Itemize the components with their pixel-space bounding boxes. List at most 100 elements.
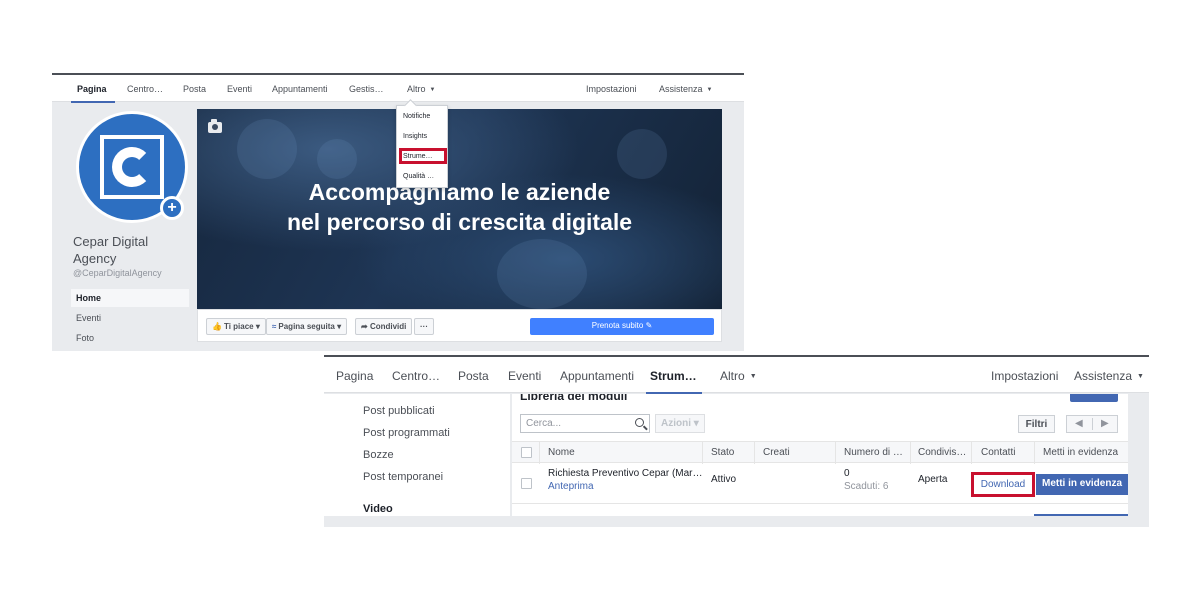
caret-down-icon: ▼ xyxy=(706,87,713,93)
page-manager-screenshot: Pagina Centro… Posta Eventi Appuntamenti… xyxy=(52,73,744,351)
menu-item-insights[interactable]: Insights xyxy=(403,133,427,140)
cover-bokeh xyxy=(617,129,667,179)
tab-centro[interactable]: Centro… xyxy=(127,84,163,94)
tab-appuntamenti[interactable]: Appuntamenti xyxy=(272,84,328,94)
search-input[interactable]: Cerca... xyxy=(520,414,650,433)
pencil-icon: ✎ xyxy=(645,321,653,330)
tab-assistenza-label: Assistenza xyxy=(659,84,703,94)
cover-bokeh xyxy=(497,239,587,309)
actions-label: Azioni xyxy=(661,418,691,429)
tab-assistenza[interactable]: Assistenza ▼ xyxy=(1074,369,1144,383)
caret-down-icon: ▾ xyxy=(337,322,342,331)
search-placeholder: Cerca... xyxy=(526,418,562,429)
create-form-button[interactable] xyxy=(1070,394,1118,402)
tab-impostazioni[interactable]: Impostazioni xyxy=(991,369,1058,383)
filters-button[interactable]: Filtri xyxy=(1018,415,1055,433)
sidenav-item-eventi[interactable]: Eventi xyxy=(71,309,189,327)
prev-page-icon[interactable]: ◀ xyxy=(1075,418,1083,429)
tab-centro[interactable]: Centro… xyxy=(392,369,440,383)
tab-altro[interactable]: Altro ▼ xyxy=(720,369,757,383)
caret-down-icon: ▾ xyxy=(693,418,699,429)
tab-altro[interactable]: Altro ▼ xyxy=(407,84,435,94)
share-button[interactable]: ➦ Condividi xyxy=(355,318,413,335)
table-row[interactable]: Richiesta Preventivo Cepar (Mar… Antepri… xyxy=(512,463,1128,504)
form-count: 0 xyxy=(844,468,850,479)
library-title: Libreria dei moduli xyxy=(520,394,628,403)
thumbs-up-icon: 👍 xyxy=(212,322,222,331)
tab-eventi[interactable]: Eventi xyxy=(508,369,541,383)
preview-link[interactable]: Anteprima xyxy=(548,481,594,492)
sidenav-item-home[interactable]: Home xyxy=(71,289,189,307)
form-status: Attivo xyxy=(711,474,737,485)
tab-strumenti[interactable]: Strum… xyxy=(650,369,697,383)
tab-eventi[interactable]: Eventi xyxy=(227,84,252,94)
page-top-nav: Pagina Centro… Posta Eventi Appuntamenti… xyxy=(324,355,1149,395)
sidebar-item-post-programmati[interactable]: Post programmati xyxy=(363,427,450,439)
tab-altro-label: Altro xyxy=(407,84,426,94)
follow-button[interactable]: ≈ Pagina seguita ▾ xyxy=(266,318,348,335)
column-divider xyxy=(971,442,972,464)
active-tab-indicator xyxy=(71,101,115,103)
form-expired: Scaduti: 6 xyxy=(844,481,889,492)
caret-down-icon: ▼ xyxy=(1137,373,1144,380)
select-all-checkbox[interactable] xyxy=(521,447,532,458)
book-now-button[interactable]: Prenota subito ✎ xyxy=(530,318,714,335)
column-header-condivisione[interactable]: Condivis… xyxy=(918,447,966,458)
cover-bokeh xyxy=(237,119,297,179)
actions-dropdown[interactable]: Azioni ▾ xyxy=(655,414,705,433)
share-arrow-icon: ➦ xyxy=(361,322,368,331)
sidebar-item-post-pubblicati[interactable]: Post pubblicati xyxy=(363,405,435,417)
column-divider xyxy=(910,442,911,464)
form-name[interactable]: Richiesta Preventivo Cepar (Mar… xyxy=(548,468,703,479)
column-divider xyxy=(1034,442,1035,464)
sidenav-item-foto[interactable]: Foto xyxy=(71,329,189,347)
column-header-nome[interactable]: Nome xyxy=(548,447,575,458)
page-name: Cepar Digital Agency xyxy=(73,234,149,266)
tab-posta[interactable]: Posta xyxy=(183,84,206,94)
highlight-box xyxy=(399,148,447,164)
sidebar-item-bozze[interactable]: Bozze xyxy=(363,449,394,461)
download-button[interactable]: Download xyxy=(971,472,1035,497)
column-header-creati[interactable]: Creati xyxy=(763,447,790,458)
caret-down-icon: ▼ xyxy=(429,87,436,93)
tab-appuntamenti[interactable]: Appuntamenti xyxy=(560,369,634,383)
search-icon xyxy=(635,418,644,427)
cover-bokeh xyxy=(317,139,357,179)
row-checkbox[interactable] xyxy=(521,478,532,489)
tab-assistenza[interactable]: Assistenza ▼ xyxy=(659,84,712,94)
menu-item-qualita[interactable]: Qualità … xyxy=(403,173,434,180)
column-header-numero[interactable]: Numero di … xyxy=(844,447,903,458)
next-page-icon[interactable]: ▶ xyxy=(1101,418,1109,429)
tab-impostazioni[interactable]: Impostazioni xyxy=(586,84,637,94)
form-library-panel: Libreria dei moduli Cerca... Azioni ▾ Fi… xyxy=(512,394,1128,516)
tab-altro-label: Altro xyxy=(720,369,745,383)
caret-down-icon: ▼ xyxy=(749,373,757,380)
column-header-stato[interactable]: Stato xyxy=(711,447,734,458)
tab-gestisci[interactable]: Gestis… xyxy=(349,84,384,94)
like-button[interactable]: 👍 Ti piace ▾ xyxy=(206,318,266,335)
book-now-label: Prenota subito xyxy=(591,321,644,330)
share-label: Condividi xyxy=(369,322,407,331)
feature-button[interactable]: Metti in evidenza xyxy=(1036,474,1128,495)
sidebar-item-post-temporanei[interactable]: Post temporanei xyxy=(363,471,443,483)
more-button[interactable]: ··· xyxy=(414,318,434,335)
cover-photo[interactable]: Accompagniamo le aziende nel percorso di… xyxy=(197,109,722,309)
page-handle: @CeparDigitalAgency xyxy=(73,268,162,278)
column-header-contatti[interactable]: Contatti xyxy=(981,447,1015,458)
page-top-nav: Pagina Centro… Posta Eventi Appuntamenti… xyxy=(52,73,744,103)
add-photo-plus-icon[interactable]: + xyxy=(160,196,184,220)
column-header-metti-in-evidenza[interactable]: Metti in evidenza xyxy=(1043,447,1118,458)
tools-sidebar: Post pubblicati Post programmati Bozze P… xyxy=(324,394,510,516)
camera-icon[interactable] xyxy=(208,119,222,133)
menu-item-notifiche[interactable]: Notifiche xyxy=(403,113,430,120)
page-action-bar: 👍 Ti piace ▾ ≈ Pagina seguita ▾ ➦ Condivid… xyxy=(197,309,722,342)
sidebar-section-video[interactable]: Video xyxy=(363,503,393,515)
publishing-tools-screenshot: Pagina Centro… Posta Eventi Appuntamenti… xyxy=(324,355,1149,527)
tab-pagina[interactable]: Pagina xyxy=(336,369,373,383)
altro-dropdown-menu: Notifiche Insights Strume… Qualità … xyxy=(396,105,448,188)
pager-divider xyxy=(1092,418,1093,430)
tab-posta[interactable]: Posta xyxy=(458,369,489,383)
tab-pagina[interactable]: Pagina xyxy=(77,84,107,94)
column-divider xyxy=(754,442,755,464)
caret-down-icon: ▾ xyxy=(255,322,260,331)
